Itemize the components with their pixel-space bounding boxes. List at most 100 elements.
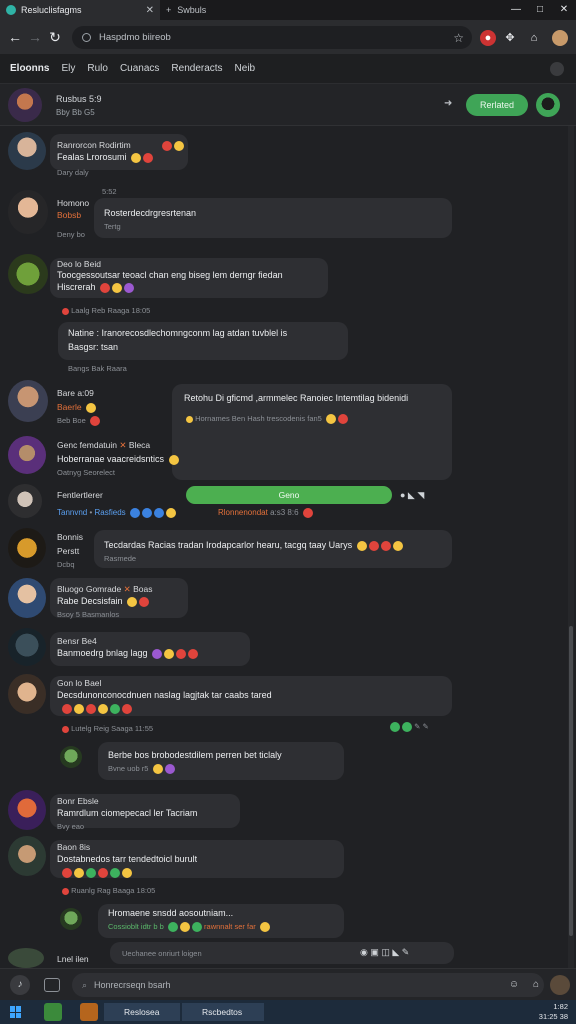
profile-icon[interactable]: [550, 975, 570, 995]
username[interactable]: Baon 8is: [57, 842, 90, 852]
user-handle[interactable]: Perstt: [57, 546, 79, 556]
message-text: Ramrdlum ciomepecacl ler Tacriam: [57, 808, 198, 818]
address-bar[interactable]: Haspdmo biireob ☆: [72, 26, 472, 49]
search-icon: ⌕: [82, 980, 88, 990]
username[interactable]: Bonr Ebsle: [57, 796, 99, 806]
blue-username[interactable]: Tannvnd • Rasfieds: [57, 508, 176, 518]
favicon-icon: [6, 5, 16, 15]
avatar[interactable]: [8, 254, 48, 294]
username[interactable]: Fentlertlerer: [57, 490, 103, 500]
emoji-icon[interactable]: ☺: [504, 975, 524, 995]
username[interactable]: Genc femdatuin ✕ Bleca: [57, 440, 150, 451]
window-controls: — □ ✕: [504, 0, 576, 20]
bookmark-star-icon[interactable]: ☆: [453, 31, 464, 45]
username[interactable]: Lnel ilen: [57, 954, 89, 964]
member-avatar[interactable]: [536, 93, 560, 117]
extension-icon[interactable]: ●: [480, 30, 496, 46]
composer: ♪ ⌕ ☺ ⌂: [0, 968, 576, 1000]
reaction-icons[interactable]: ✎ ✎: [388, 722, 429, 733]
search-icon: [82, 33, 91, 42]
group-avatar[interactable]: [8, 88, 42, 122]
message-meta: Bangs Bak Raara: [68, 364, 127, 373]
avatar[interactable]: [8, 190, 48, 234]
system-clock[interactable]: 1:82 31:25 38: [539, 1002, 568, 1022]
user-handle[interactable]: Baerle: [57, 402, 96, 413]
message-date: Deny bo: [57, 230, 85, 239]
scrollbar[interactable]: [568, 126, 574, 968]
avatar[interactable]: [8, 790, 46, 830]
avatar[interactable]: [8, 836, 46, 876]
nav-link-5[interactable]: Neib: [235, 63, 256, 74]
username[interactable]: Bluogo Gomrade ✕ Boas: [57, 584, 153, 595]
reply-bar-icons[interactable]: ◉ ▣ ◫ ◣ ✎: [360, 947, 409, 958]
avatar[interactable]: [8, 528, 46, 568]
tab-title-inactive: Swbuls: [177, 5, 207, 15]
message-feed: Ranrorcon Rodirtim Fealas Lrorosumi Dary…: [0, 126, 566, 968]
reply-meta: Hornames Ben Hash trescodenis fan5: [184, 414, 444, 425]
profile-avatar[interactable]: [552, 30, 568, 46]
avatar[interactable]: [60, 746, 82, 768]
avatar[interactable]: [8, 948, 44, 968]
tab-active[interactable]: Resluclisfagms ✕: [0, 0, 160, 20]
minimize-icon[interactable]: —: [504, 0, 528, 20]
taskbar-app-2[interactable]: Rscbedtos: [182, 1003, 264, 1021]
reply-bar-text: Uechanee onriurt loigen: [122, 949, 202, 958]
home-icon[interactable]: ⌂: [526, 30, 542, 46]
puzzle-icon[interactable]: ✥: [502, 30, 518, 46]
app-icon-1[interactable]: [44, 1003, 62, 1021]
attach-icon[interactable]: ♪: [10, 975, 30, 995]
message-time: Dcbq: [57, 560, 75, 569]
forward-icon[interactable]: →: [26, 28, 44, 46]
user-handle[interactable]: Bobsb: [57, 210, 81, 220]
message-text: Decsdunonconocdnuen naslag lagjtak tar c…: [57, 690, 272, 700]
gift-icon[interactable]: ⌂: [526, 975, 546, 995]
avatar[interactable]: [8, 674, 46, 714]
username[interactable]: Bare a:09: [57, 388, 94, 398]
green-action-button[interactable]: Geno: [186, 486, 392, 504]
arrow-icon[interactable]: ➜: [444, 98, 452, 109]
site-brand[interactable]: Eloonns: [10, 63, 49, 74]
avatar[interactable]: [8, 628, 46, 666]
chat-name: Rusbus 5:9: [56, 94, 102, 104]
nav-link-1[interactable]: Ely: [61, 63, 75, 74]
avatar[interactable]: [8, 484, 42, 518]
close-window-icon[interactable]: ✕: [552, 0, 576, 20]
maximize-icon[interactable]: □: [528, 0, 552, 20]
app-icon-2[interactable]: [80, 1003, 98, 1021]
back-icon[interactable]: ←: [6, 28, 24, 46]
avatar[interactable]: [8, 380, 48, 422]
avatar[interactable]: [60, 908, 82, 930]
windows-start-icon[interactable]: [10, 1006, 22, 1018]
close-tab-icon[interactable]: ✕: [146, 5, 154, 16]
message-meta: Laalg Reb Raaga 18:05: [60, 306, 150, 315]
message-time: Bvy eao: [57, 822, 85, 831]
reload-icon[interactable]: ↻: [46, 28, 64, 46]
username[interactable]: Bensr Be4: [57, 636, 97, 646]
message-input[interactable]: [72, 973, 544, 997]
scrollbar-thumb[interactable]: [569, 626, 573, 936]
nav-link-3[interactable]: Cuanacs: [120, 63, 159, 74]
nav-link-2[interactable]: Rulo: [87, 63, 108, 74]
url-text: Haspdmo biireob: [99, 32, 171, 43]
message-text: Berbe bos brobodestdilem perren bet ticl…: [108, 750, 282, 760]
username[interactable]: Gon lo Bael: [57, 678, 101, 688]
taskbar-app-1[interactable]: Reslosea: [104, 1003, 180, 1021]
image-icon[interactable]: [44, 978, 60, 992]
more-icon[interactable]: [550, 61, 564, 76]
message-text: Fealas Lrorosumi: [57, 152, 154, 163]
nav-link-4[interactable]: Renderacts: [171, 63, 222, 74]
chat-subtitle: Bby Bb G5: [56, 108, 95, 117]
join-button[interactable]: Rerlated: [466, 94, 528, 116]
message-time: Oatnyg Seorelect: [57, 468, 115, 477]
username[interactable]: Ranrorcon Rodirtim: [57, 140, 131, 150]
action-icons[interactable]: ● ◣ ◥: [400, 490, 424, 501]
tab-inactive[interactable]: + Swbuls: [160, 0, 220, 20]
username[interactable]: Homono: [57, 198, 89, 208]
avatar[interactable]: [8, 132, 46, 170]
username[interactable]: Deo lo Beid: [57, 259, 101, 269]
avatar[interactable]: [8, 436, 46, 474]
new-tab-icon[interactable]: +: [166, 5, 171, 15]
message-text: Rabe Decsisfain: [57, 596, 150, 607]
avatar[interactable]: [8, 578, 46, 618]
username[interactable]: Bonnis: [57, 532, 83, 542]
